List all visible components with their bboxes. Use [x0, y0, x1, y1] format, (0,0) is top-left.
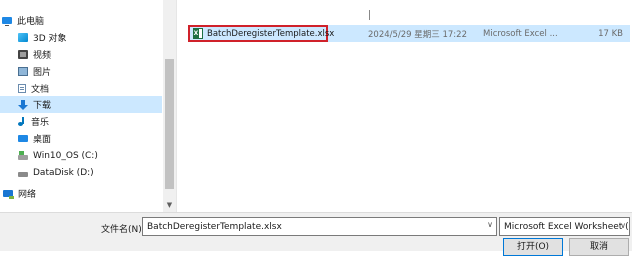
- 3d-objects-icon: [18, 33, 28, 42]
- nav-label: 视频: [33, 51, 52, 61]
- nav-label: 3D 对象: [33, 34, 67, 44]
- nav-label: Win10_OS (C:): [33, 150, 98, 161]
- navigation-pane: 此电脑 3D 对象 视频 图片 文档 下载 音乐 桌面 Win10_OS (C:…: [0, 0, 177, 212]
- excel-file-icon: [193, 28, 203, 39]
- file-row[interactable]: BatchDeregisterTemplate.xlsx 2024/5/29 星…: [188, 25, 630, 42]
- chevron-down-icon[interactable]: ∨: [487, 220, 493, 229]
- nav-item-downloads[interactable]: 下载: [0, 96, 162, 113]
- sidebar-scrollbar[interactable]: ▼: [163, 0, 176, 212]
- nav-label: 音乐: [31, 118, 50, 128]
- file-size: 17 KB: [598, 28, 623, 39]
- nav-item-3d-objects[interactable]: 3D 对象: [0, 29, 162, 46]
- file-list: BatchDeregisterTemplate.xlsx 2024/5/29 星…: [180, 0, 632, 212]
- network-icon: [3, 190, 14, 199]
- nav-item-videos[interactable]: 视频: [0, 46, 162, 63]
- nav-item-drive-c[interactable]: Win10_OS (C:): [0, 147, 162, 164]
- filetype-select[interactable]: Microsoft Excel Worksheet ( ∨: [499, 217, 630, 236]
- computer-icon: [2, 17, 12, 26]
- file-name: BatchDeregisterTemplate.xlsx: [207, 28, 335, 39]
- cancel-button[interactable]: 取消: [569, 238, 629, 256]
- scroll-down-arrow-icon[interactable]: ▼: [163, 198, 176, 212]
- chevron-down-icon[interactable]: ∨: [620, 221, 626, 230]
- nav-label: 网络: [18, 190, 37, 200]
- document-icon: [18, 84, 26, 93]
- video-icon: [18, 50, 28, 59]
- nav-item-drive-d[interactable]: DataDisk (D:): [0, 164, 162, 181]
- file-type: Microsoft Excel ...: [483, 28, 558, 39]
- desktop-icon: [18, 135, 28, 142]
- nav-item-network[interactable]: 网络: [0, 185, 162, 202]
- filename-value: BatchDeregisterTemplate.xlsx: [147, 221, 282, 232]
- nav-item-pictures[interactable]: 图片: [0, 63, 162, 80]
- music-icon: [18, 117, 26, 126]
- nav-label: DataDisk (D:): [33, 167, 94, 178]
- drive-c-icon: [18, 151, 28, 160]
- file-modified: 2024/5/29 星期三 17:22: [368, 29, 467, 40]
- nav-item-documents[interactable]: 文档: [0, 80, 162, 97]
- nav-item-desktop[interactable]: 桌面: [0, 130, 162, 147]
- column-divider: [369, 10, 370, 20]
- file-name-highlight[interactable]: BatchDeregisterTemplate.xlsx: [188, 25, 334, 42]
- filetype-value: Microsoft Excel Worksheet (: [504, 221, 629, 232]
- drive-d-icon: [18, 172, 28, 177]
- download-icon: [18, 99, 28, 110]
- nav-label: 桌面: [33, 135, 52, 145]
- picture-icon: [18, 67, 28, 76]
- nav-item-music[interactable]: 音乐: [0, 113, 162, 130]
- filename-label: 文件名(N):: [101, 225, 145, 235]
- nav-label: 图片: [33, 68, 52, 78]
- scrollbar-thumb[interactable]: [165, 59, 174, 189]
- filename-input[interactable]: BatchDeregisterTemplate.xlsx ∨: [142, 217, 497, 236]
- nav-label: 此电脑: [17, 17, 45, 27]
- nav-item-this-pc[interactable]: 此电脑: [0, 12, 162, 29]
- nav-label: 下载: [33, 101, 52, 111]
- open-button[interactable]: 打开(O): [503, 238, 563, 256]
- nav-label: 文档: [31, 85, 50, 95]
- dialog-footer: 文件名(N): BatchDeregisterTemplate.xlsx ∨ M…: [0, 212, 632, 256]
